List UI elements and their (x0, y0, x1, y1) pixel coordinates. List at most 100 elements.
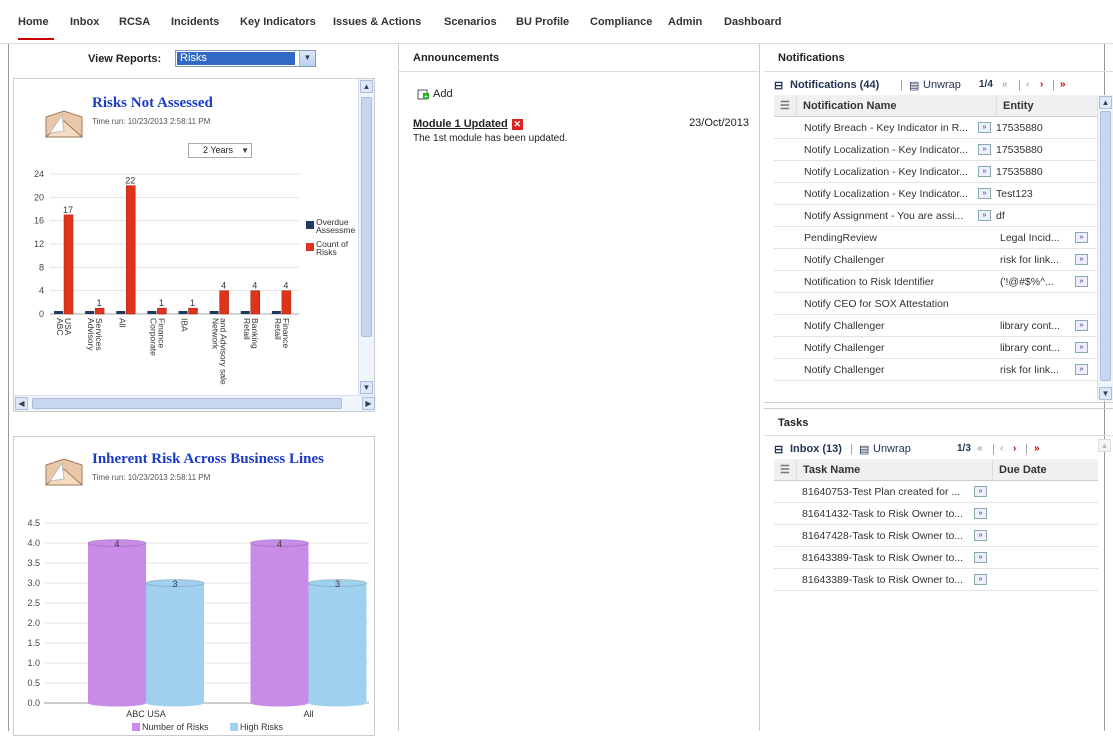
table-row[interactable]: 81643389-Task to Risk Owner to... » (774, 547, 1098, 569)
notification-name: Notify Challenger (804, 342, 885, 354)
report-title: Inherent Risk Across Business Lines (92, 451, 325, 467)
horizontal-scrollbar[interactable]: ◀ ▶ (14, 395, 376, 411)
tab-bu-profile[interactable]: BU Profile (516, 0, 569, 40)
table-row[interactable]: Notify Challenger library cont... » (774, 315, 1098, 337)
table-row[interactable]: Notify Localization - Key Indicator... » 1… (774, 161, 1098, 183)
expand-icon[interactable]: » (978, 122, 991, 133)
chevron-down-icon[interactable]: ▼ (299, 51, 315, 66)
table-row[interactable]: Notify CEO for SOX Attestation (774, 293, 1098, 315)
prev-page-icon[interactable]: ‹ (1000, 443, 1003, 454)
table-row[interactable]: Notify Challenger library cont... » (774, 337, 1098, 359)
tab-incidents[interactable]: Incidents (171, 0, 219, 40)
tab-rcsa[interactable]: RCSA (119, 0, 150, 40)
expand-icon[interactable]: » (974, 486, 987, 497)
notification-entity: risk for link... (1000, 254, 1059, 266)
notification-entity: library cont... (1000, 320, 1061, 332)
scroll-up-icon[interactable]: ▲ (1098, 439, 1111, 452)
unwrap-icon[interactable]: ▤ (909, 79, 919, 92)
bar-overdue (209, 311, 219, 314)
column-notification-name[interactable]: Notification Name (796, 95, 996, 117)
expand-icon[interactable]: » (978, 188, 991, 199)
expand-icon[interactable]: » (1075, 276, 1088, 287)
tab-dashboard[interactable]: Dashboard (724, 0, 781, 40)
scroll-down-icon[interactable]: ▼ (1099, 387, 1112, 400)
expand-icon[interactable]: » (974, 574, 987, 585)
expand-icon[interactable]: » (978, 166, 991, 177)
tasks-toolbar: ⊟ Inbox (13) | ▤ Unwrap 1/3 « | ‹ › | » (764, 439, 1113, 459)
scroll-up-icon[interactable]: ▲ (1099, 96, 1112, 109)
data-label: 4 (283, 281, 288, 291)
expand-icon[interactable]: » (978, 210, 991, 221)
view-reports-select[interactable]: Risks ▼ (175, 50, 316, 67)
x-tick-label: Services (94, 318, 104, 351)
expand-icon[interactable]: » (1075, 342, 1088, 353)
table-row[interactable]: 81641432-Task to Risk Owner to... » (774, 503, 1098, 525)
table-row[interactable]: Notification to Risk Identifier ('!@#$%^.… (774, 271, 1098, 293)
scroll-thumb[interactable] (32, 398, 342, 409)
next-page-icon[interactable]: › (1013, 443, 1016, 454)
notification-entity: risk for link... (1000, 364, 1059, 376)
table-row[interactable]: Notify Challenger risk for link... » (774, 359, 1098, 381)
first-page-icon[interactable]: « (977, 443, 983, 454)
collapse-icon[interactable]: ⊟ (774, 79, 783, 92)
bar-overdue (54, 311, 63, 314)
scroll-up-icon[interactable]: ▲ (360, 80, 373, 93)
expand-icon[interactable]: » (978, 144, 991, 155)
table-row[interactable]: Notify Breach - Key Indicator in R... » 17… (774, 117, 1098, 139)
tab-scenarios[interactable]: Scenarios (444, 0, 497, 40)
period-select[interactable]: 2 Years ▼ (188, 143, 252, 158)
tab-admin[interactable]: Admin (668, 0, 702, 40)
announcement-date: 23/Oct/2013 (689, 117, 749, 129)
table-row[interactable]: Notify Assignment - You are assi... » df (774, 205, 1098, 227)
tab-issues-actions[interactable]: Issues & Actions (333, 0, 421, 40)
tab-inbox[interactable]: Inbox (70, 0, 99, 40)
expand-icon[interactable]: » (1075, 320, 1088, 331)
notification-name: Notify CEO for SOX Attestation (804, 298, 949, 310)
scroll-thumb[interactable] (1100, 111, 1111, 381)
expand-icon[interactable]: » (1075, 364, 1088, 375)
x-tick-label: USA (63, 318, 73, 336)
scroll-thumb[interactable] (361, 97, 372, 337)
table-row[interactable]: 81647428-Task to Risk Owner to... » (774, 525, 1098, 547)
table-row[interactable]: 81643389-Task to Risk Owner to... » (774, 569, 1098, 591)
announcement-title[interactable]: Module 1 Updated (413, 118, 508, 130)
collapse-icon[interactable]: ⊟ (774, 443, 783, 456)
delete-icon[interactable]: ✕ (511, 118, 523, 130)
scroll-right-icon[interactable]: ▶ (362, 397, 375, 410)
separator: | (1025, 443, 1028, 455)
inherent-risk-chart: 0.0 0.5 1.0 1.5 2.0 2.5 3.0 3.5 4.0 4.5 4 3 ABC USA 4… (27, 518, 369, 732)
table-row[interactable]: PendingReview Legal Incid... » (774, 227, 1098, 249)
unwrap-icon[interactable]: ▤ (859, 443, 869, 456)
table-row[interactable]: Notify Localization - Key Indicator... » 1… (774, 139, 1098, 161)
last-page-icon[interactable]: » (1034, 443, 1040, 454)
expand-icon[interactable]: » (974, 552, 987, 563)
table-row[interactable]: 81640753-Test Plan created for ... » (774, 481, 1098, 503)
vertical-scrollbar[interactable]: ▲ ▼ (358, 79, 374, 395)
unwrap-button[interactable]: Unwrap (923, 79, 961, 91)
expand-icon[interactable]: » (1075, 254, 1088, 265)
notification-name: Notify Challenger (804, 320, 885, 332)
tab-home[interactable]: Home (18, 0, 54, 40)
add-announcement-button[interactable]: + Add (417, 88, 453, 100)
tab-key-indicators[interactable]: Key Indicators (240, 0, 316, 40)
prev-page-icon[interactable]: ‹ (1026, 79, 1029, 90)
report-time-run: Time run: 10/23/2013 2:58:11 PM (92, 117, 211, 126)
last-page-icon[interactable]: » (1060, 79, 1066, 90)
notification-name: Notify Localization - Key Indicator... (804, 144, 968, 156)
scroll-left-icon[interactable]: ◀ (15, 397, 28, 410)
y-tick-label: 3.0 (27, 578, 40, 588)
column-entity[interactable]: Entity (996, 95, 1098, 117)
unwrap-button[interactable]: Unwrap (873, 443, 911, 455)
vertical-scrollbar[interactable]: ▲ ▼ (1097, 95, 1113, 401)
expand-icon[interactable]: » (974, 530, 987, 541)
column-due-date[interactable]: Due Date (992, 459, 1098, 481)
first-page-icon[interactable]: « (1002, 79, 1008, 90)
scroll-down-icon[interactable]: ▼ (360, 381, 373, 394)
column-task-name[interactable]: Task Name (796, 459, 992, 481)
next-page-icon[interactable]: › (1040, 79, 1043, 90)
tab-compliance[interactable]: Compliance (590, 0, 652, 40)
table-row[interactable]: Notify Localization - Key Indicator... » T… (774, 183, 1098, 205)
expand-icon[interactable]: » (974, 508, 987, 519)
expand-icon[interactable]: » (1075, 232, 1088, 243)
table-row[interactable]: Notify Challenger risk for link... » (774, 249, 1098, 271)
